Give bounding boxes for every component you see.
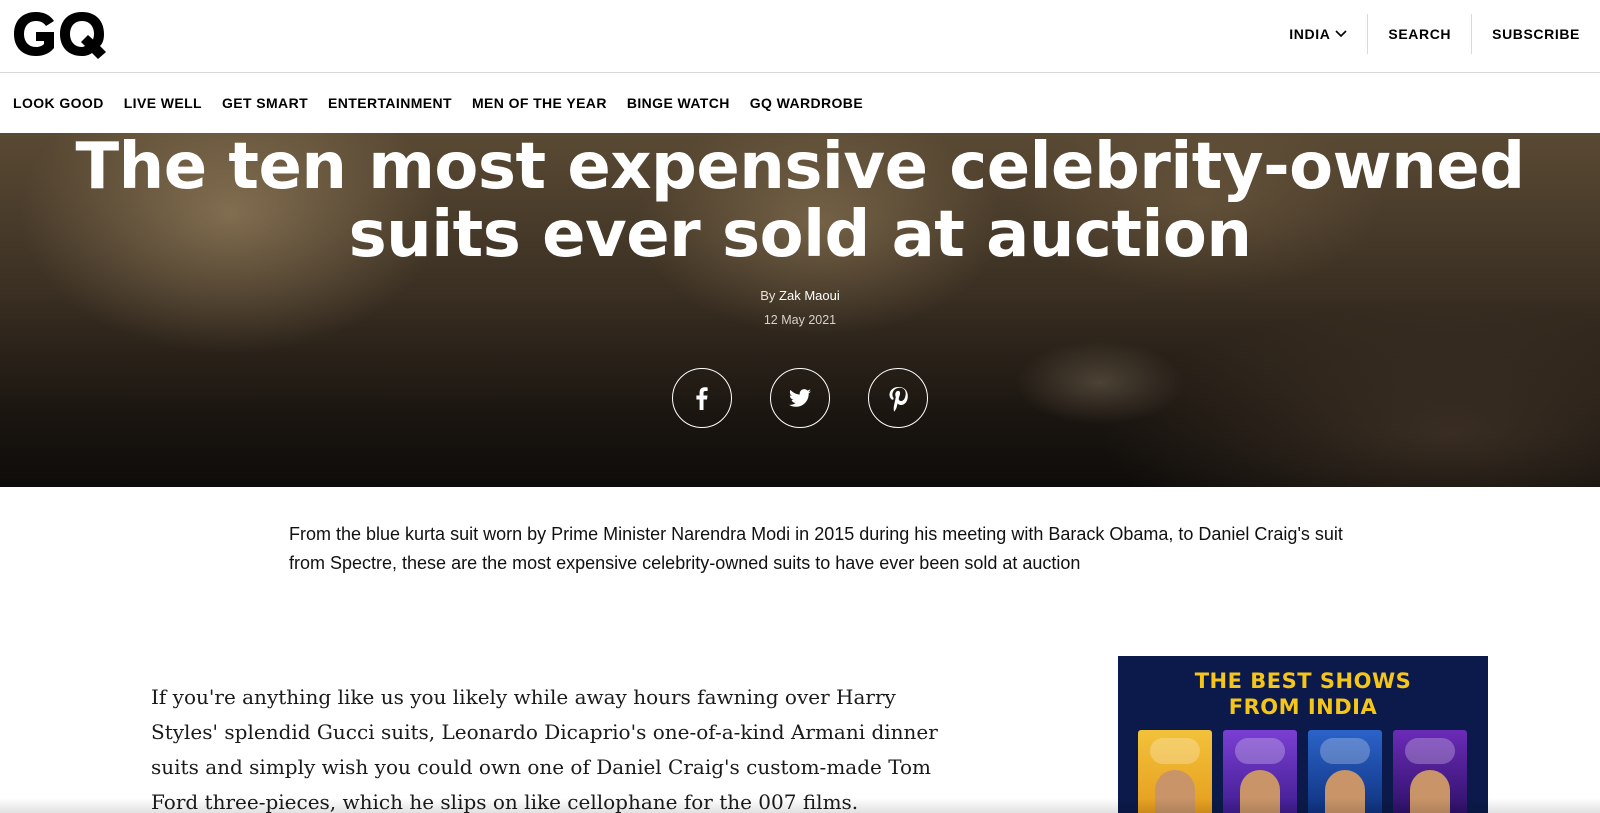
share-buttons — [0, 368, 1600, 428]
byline: By Zak Maoui — [0, 288, 1600, 303]
show-logo-badge — [1150, 738, 1200, 764]
show-logo-badge — [1235, 738, 1285, 764]
subscribe-button[interactable]: SUBSCRIBE — [1471, 14, 1600, 54]
article-title-line-2: suits ever sold at auction — [348, 198, 1252, 272]
ad-show-tiles — [1138, 730, 1467, 813]
nav-item-gq-wardrobe[interactable]: GQ WARDROBE — [750, 95, 863, 111]
article-hero: The ten most expensive celebrity-owned s… — [0, 133, 1600, 487]
nav-item-look-good[interactable]: LOOK GOOD — [13, 95, 104, 111]
nav-item-get-smart[interactable]: GET SMART — [222, 95, 308, 111]
share-facebook-button[interactable] — [672, 368, 732, 428]
share-pinterest-button[interactable] — [868, 368, 928, 428]
article-title: The ten most expensive celebrity-owned s… — [0, 133, 1600, 269]
ad-title-line-1: THE BEST SHOWS — [1194, 669, 1412, 693]
sidebar-ad[interactable]: THE BEST SHOWS FROM INDIA — [1118, 656, 1488, 813]
chevron-down-icon — [1335, 30, 1347, 38]
host-portrait — [1240, 770, 1280, 813]
article-body-paragraph: If you're anything like us you likely wh… — [151, 685, 938, 813]
top-header: INDIA SEARCH SUBSCRIBE — [0, 0, 1600, 73]
nav-item-live-well[interactable]: LIVE WELL — [124, 95, 202, 111]
article-title-line-1: The ten most expensive celebrity-owned — [75, 133, 1525, 204]
host-portrait — [1325, 770, 1365, 813]
nav-item-men-of-the-year[interactable]: MEN OF THE YEAR — [472, 95, 607, 111]
ad-show-tile[interactable] — [1223, 730, 1297, 813]
show-logo-badge — [1405, 738, 1455, 764]
byline-prefix: By — [760, 288, 776, 303]
share-twitter-button[interactable] — [770, 368, 830, 428]
pinterest-icon — [889, 387, 908, 412]
gq-logo[interactable] — [12, 8, 108, 60]
main-nav: LOOK GOOD LIVE WELL GET SMART ENTERTAINM… — [0, 73, 1600, 133]
author-link[interactable]: Zak Maoui — [779, 288, 840, 303]
search-button[interactable]: SEARCH — [1367, 14, 1471, 54]
ad-show-tile[interactable] — [1308, 730, 1382, 813]
header-actions: INDIA SEARCH SUBSCRIBE — [1269, 14, 1600, 54]
ad-title-line-2: FROM INDIA — [1228, 695, 1378, 719]
host-portrait — [1155, 770, 1195, 813]
edition-selector[interactable]: INDIA — [1269, 14, 1367, 54]
article-dek: From the blue kurta suit worn by Prime M… — [289, 524, 1343, 573]
ad-title: THE BEST SHOWS FROM INDIA — [1118, 668, 1488, 720]
ad-show-tile[interactable] — [1393, 730, 1467, 813]
host-portrait — [1410, 770, 1450, 813]
twitter-icon — [789, 389, 811, 407]
nav-item-entertainment[interactable]: ENTERTAINMENT — [328, 95, 452, 111]
edition-label: INDIA — [1289, 26, 1331, 42]
ad-show-tile[interactable] — [1138, 730, 1212, 813]
nav-item-binge-watch[interactable]: BINGE WATCH — [627, 95, 730, 111]
facebook-icon — [696, 387, 708, 410]
publish-date: 12 May 2021 — [763, 313, 837, 327]
show-logo-badge — [1320, 738, 1370, 764]
